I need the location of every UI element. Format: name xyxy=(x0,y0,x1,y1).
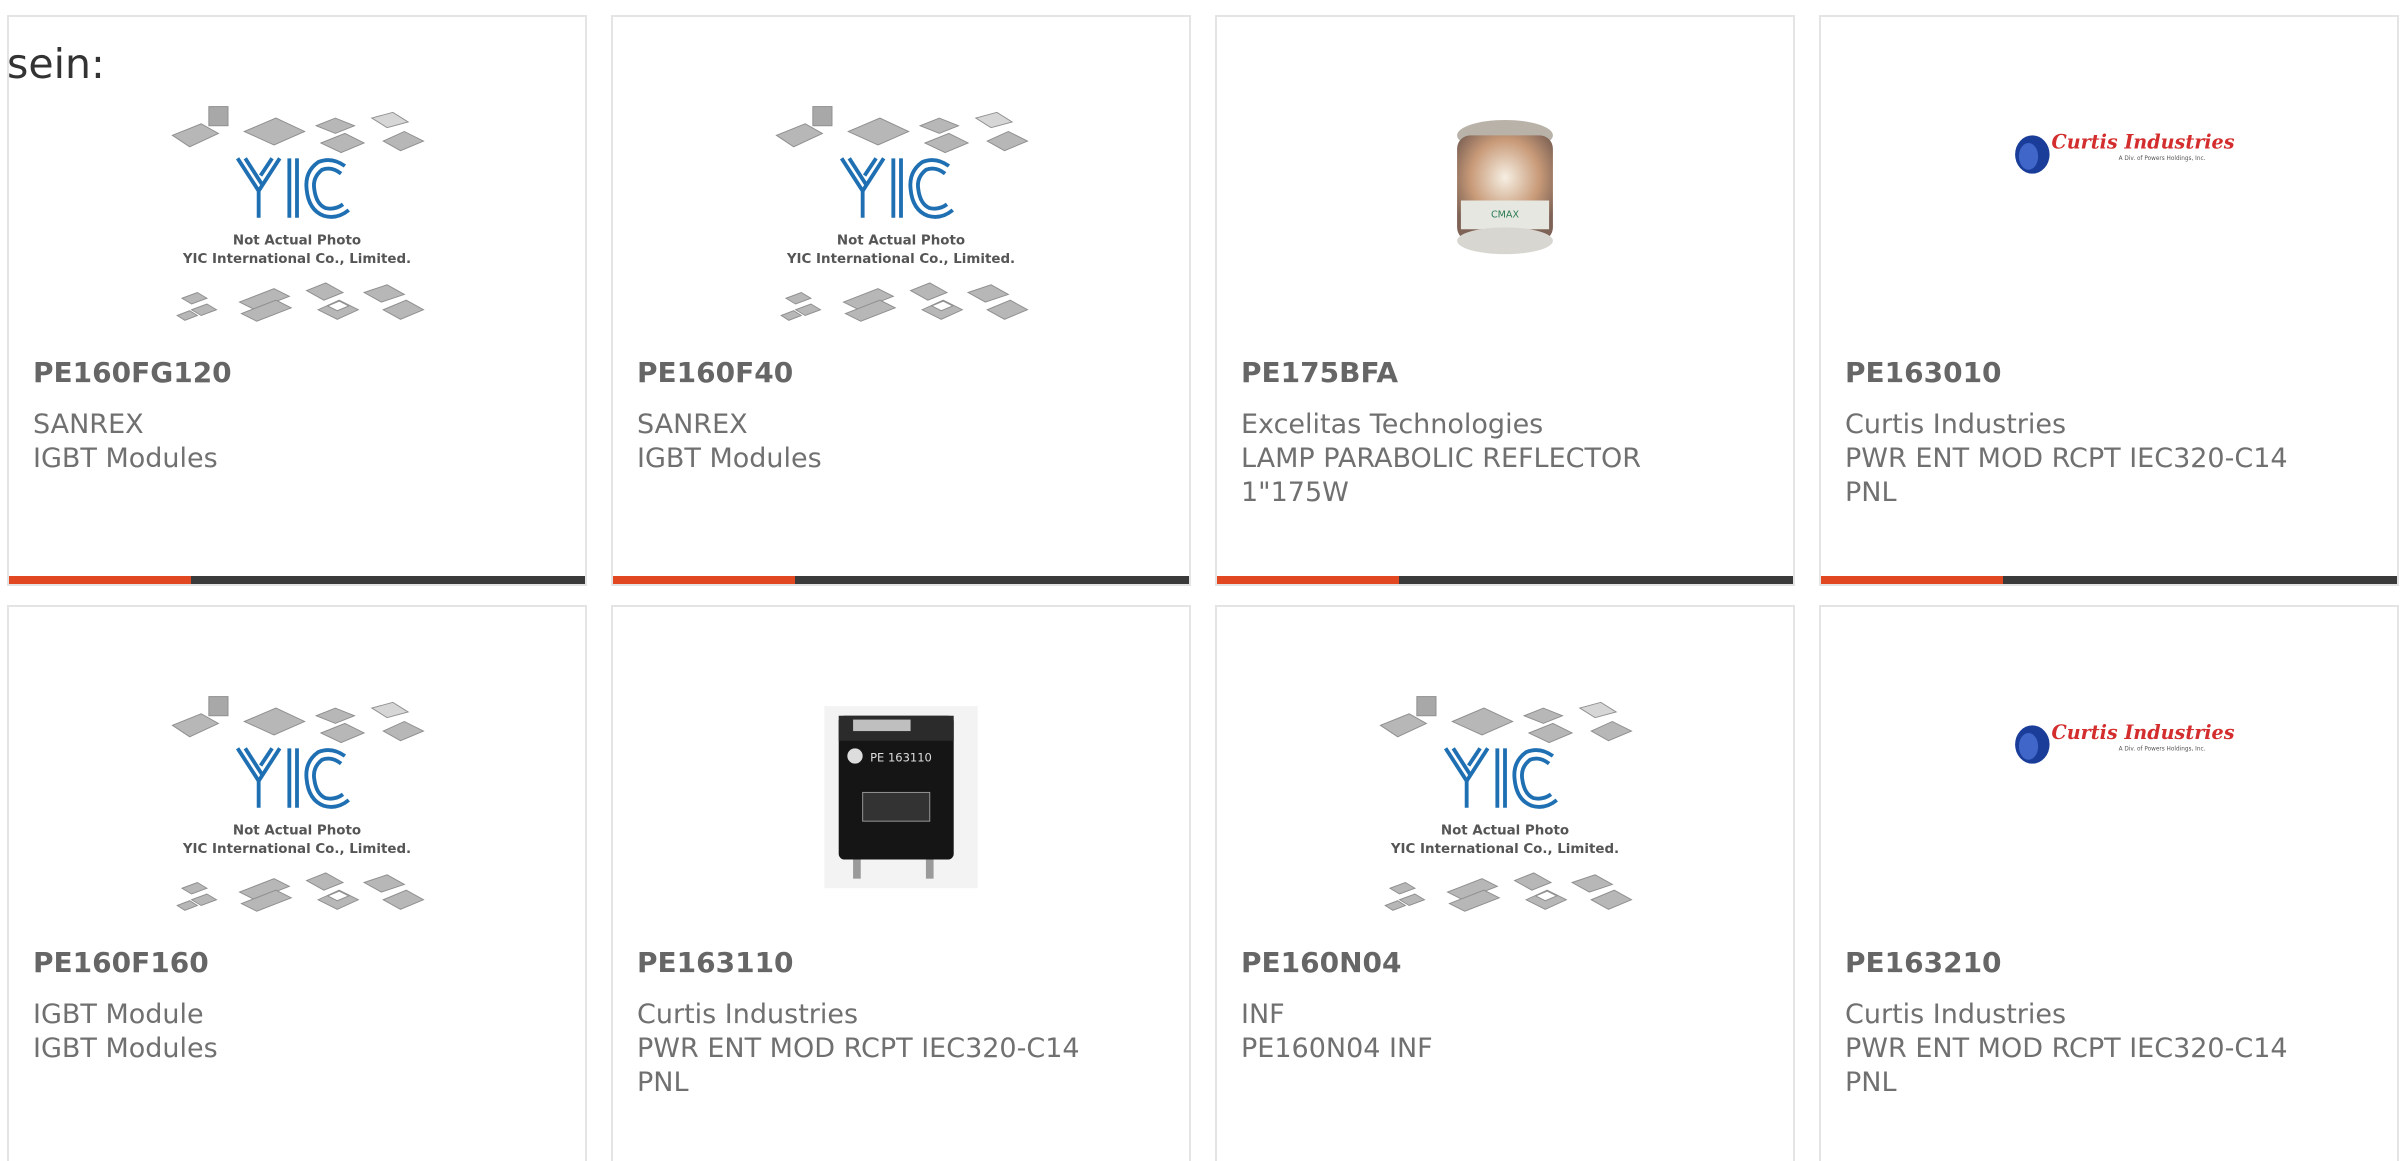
card-accent-bar xyxy=(1217,576,1399,584)
product-description: PWR ENT MOD RCPT IEC320-C14 xyxy=(1845,443,2288,474)
card-bottom-bar xyxy=(613,576,1189,584)
part-number-link[interactable]: PE163210 xyxy=(1845,949,2002,977)
svg-text:Not Actual Photo: Not Actual Photo xyxy=(1441,824,1569,839)
product-description: 1"175W xyxy=(1241,477,1349,508)
manufacturer-name: Excelitas Technologies xyxy=(1241,409,1544,440)
svg-text:CMAX: CMAX xyxy=(1491,210,1520,221)
curtis-industries-logo: Curtis Industries A Div. of Powers Holdi… xyxy=(2015,131,2235,174)
svg-text:YIC International Co., Limited: YIC International Co., Limited. xyxy=(786,252,1015,267)
svg-text:PE 163110: PE 163110 xyxy=(870,751,932,765)
product-description: LAMP PARABOLIC REFLECTOR xyxy=(1241,443,1642,474)
card-bottom-bar xyxy=(1821,576,2397,584)
card-accent-bar xyxy=(9,576,191,584)
product-image[interactable]: CMAX xyxy=(1340,97,1670,327)
svg-text:Curtis Industries: Curtis Industries xyxy=(2052,131,2235,154)
svg-text:A Div. of Powers Holdings, Inc: A Div. of Powers Holdings, Inc. xyxy=(2119,156,2206,162)
product-image[interactable]: PE 163110 xyxy=(736,687,1066,917)
product-description: IGBT Modules xyxy=(33,1033,218,1064)
product-image[interactable]: Not Actual Photo YIC International Co., … xyxy=(1340,687,1670,917)
product-description: PWR ENT MOD RCPT IEC320-C14 xyxy=(637,1033,1080,1064)
svg-text:A Div. of Powers Holdings, Inc: A Div. of Powers Holdings, Inc. xyxy=(2119,746,2206,752)
part-number-link[interactable]: PE163110 xyxy=(637,949,794,977)
card-bottom-bar xyxy=(9,576,585,584)
product-description: IGBT Modules xyxy=(33,443,218,474)
lamp-photo: CMAX xyxy=(1457,120,1553,255)
part-number-link[interactable]: PE160F40 xyxy=(637,359,793,387)
svg-text:Not Actual Photo: Not Actual Photo xyxy=(233,824,361,839)
product-description: PNL xyxy=(1845,477,1897,508)
part-number-link[interactable]: PE160F160 xyxy=(33,949,209,977)
part-number-link[interactable]: PE175BFA xyxy=(1241,359,1398,387)
power-module-photo: PE 163110 xyxy=(824,706,978,889)
svg-text:YIC International Co., Limited: YIC International Co., Limited. xyxy=(182,252,411,267)
card-bottom-bar xyxy=(1217,576,1793,584)
product-description: PNL xyxy=(637,1067,689,1098)
product-card[interactable]: Not Actual Photo YIC International Co., … xyxy=(7,605,587,1161)
card-accent-bar xyxy=(1821,576,2003,584)
product-description: PE160N04 INF xyxy=(1241,1033,1433,1064)
svg-text:Not Actual Photo: Not Actual Photo xyxy=(233,234,361,249)
yic-placeholder-image: Not Actual Photo YIC International Co., … xyxy=(171,696,425,912)
manufacturer-name: Curtis Industries xyxy=(1845,409,2067,440)
product-description: PWR ENT MOD RCPT IEC320-C14 xyxy=(1845,1033,2288,1064)
svg-text:YIC International Co., Limited: YIC International Co., Limited. xyxy=(182,842,411,857)
product-description: IGBT Modules xyxy=(637,443,822,474)
manufacturer-name: IGBT Module xyxy=(33,999,204,1030)
yic-placeholder-image: Not Actual Photo YIC International Co., … xyxy=(171,106,425,322)
product-card[interactable]: Not Actual Photo YIC International Co., … xyxy=(7,15,587,586)
product-card[interactable]: Not Actual Photo YIC International Co., … xyxy=(611,15,1191,586)
product-card[interactable]: PE 163110 PE163110 Curtis Industries PWR E… xyxy=(611,605,1191,1161)
product-grid: Not Actual Photo YIC International Co., … xyxy=(7,15,2399,1161)
manufacturer-name: INF xyxy=(1241,999,1285,1030)
intro-text: sein: xyxy=(7,40,105,88)
manufacturer-name: SANREX xyxy=(637,409,748,440)
product-description: PNL xyxy=(1845,1067,1897,1098)
product-image[interactable]: Curtis Industries A Div. of Powers Holdi… xyxy=(1944,97,2274,327)
product-image[interactable]: Not Actual Photo YIC International Co., … xyxy=(132,687,462,917)
product-grid-page: sein: Not Actual Photo YIC International… xyxy=(0,0,2400,1161)
manufacturer-name: Curtis Industries xyxy=(1845,999,2067,1030)
yic-placeholder-image: Not Actual Photo YIC International Co., … xyxy=(1379,696,1633,912)
svg-text:Not Actual Photo: Not Actual Photo xyxy=(837,234,965,249)
product-image[interactable]: Not Actual Photo YIC International Co., … xyxy=(736,97,1066,327)
svg-text:YIC International Co., Limited: YIC International Co., Limited. xyxy=(1390,842,1619,857)
manufacturer-name: Curtis Industries xyxy=(637,999,859,1030)
svg-text:Curtis Industries: Curtis Industries xyxy=(2052,721,2235,744)
product-card[interactable]: CMAX PE175BFA Excelitas Technologies LAMP … xyxy=(1215,15,1795,586)
card-accent-bar xyxy=(613,576,795,584)
part-number-link[interactable]: PE160FG120 xyxy=(33,359,232,387)
product-image[interactable]: Not Actual Photo YIC International Co., … xyxy=(132,97,462,327)
product-card[interactable]: Not Actual Photo YIC International Co., … xyxy=(1215,605,1795,1161)
product-image[interactable]: Curtis Industries A Div. of Powers Holdi… xyxy=(1944,687,2274,917)
part-number-link[interactable]: PE163010 xyxy=(1845,359,2002,387)
manufacturer-name: SANREX xyxy=(33,409,144,440)
curtis-industries-logo: Curtis Industries A Div. of Powers Holdi… xyxy=(2015,721,2235,764)
yic-placeholder-image: Not Actual Photo YIC International Co., … xyxy=(775,106,1029,322)
part-number-link[interactable]: PE160N04 xyxy=(1241,949,1402,977)
product-card[interactable]: Curtis Industries A Div. of Powers Holdi… xyxy=(1819,605,2399,1161)
product-card[interactable]: Curtis Industries A Div. of Powers Holdi… xyxy=(1819,15,2399,586)
